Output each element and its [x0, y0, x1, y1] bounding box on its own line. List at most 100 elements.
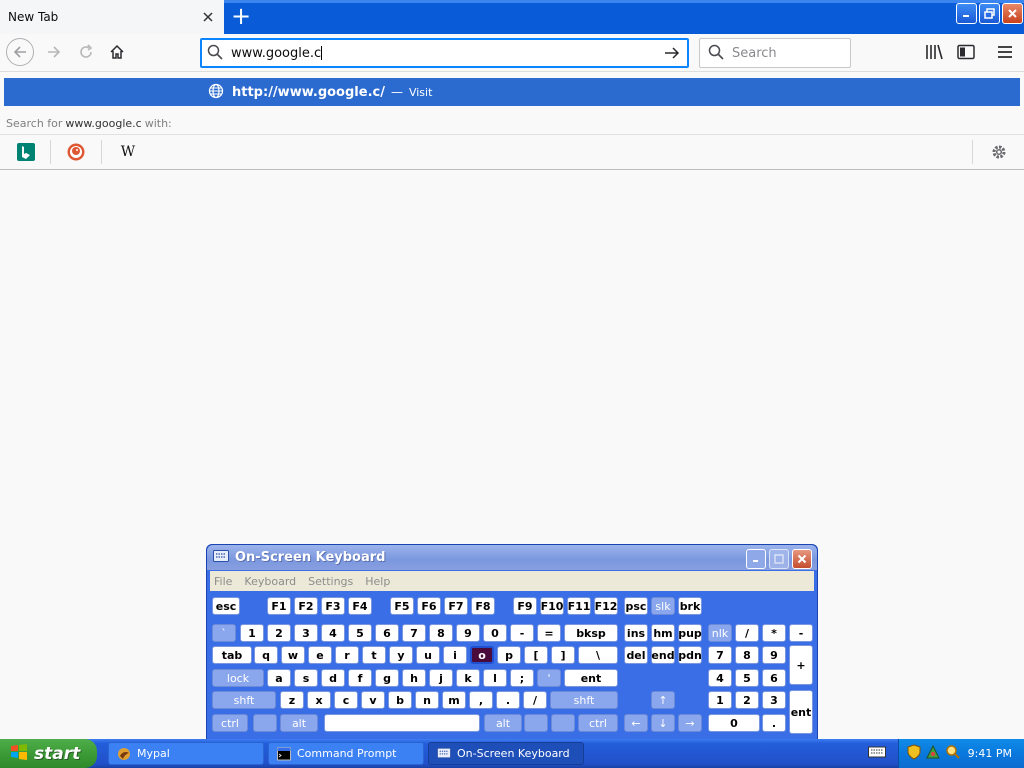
- osk-key-7[interactable]: 7: [402, 624, 426, 642]
- osk-key-psc[interactable]: psc: [624, 597, 648, 615]
- osk-key-8[interactable]: 8: [429, 624, 453, 642]
- osk-key-↑[interactable]: ↑: [651, 691, 675, 709]
- osk-key-brk[interactable]: brk: [678, 597, 702, 615]
- hamburger-menu-icon[interactable]: [993, 40, 1017, 64]
- osk-titlebar[interactable]: On-Screen Keyboard: [207, 545, 817, 570]
- osk-key-numpad-plus[interactable]: +: [789, 645, 813, 685]
- osk-key-3[interactable]: 3: [762, 691, 786, 709]
- osk-key-F2[interactable]: F2: [294, 597, 318, 615]
- security-shield-icon[interactable]: [907, 744, 921, 763]
- osk-key-h[interactable]: h: [402, 669, 426, 687]
- osk-key-.[interactable]: .: [762, 714, 786, 732]
- home-button[interactable]: [103, 38, 131, 66]
- osk-key-1[interactable]: 1: [708, 691, 732, 709]
- osk-key-o[interactable]: o: [470, 646, 494, 664]
- osk-key-y[interactable]: y: [389, 646, 413, 664]
- osk-key-shft[interactable]: shft: [550, 691, 618, 709]
- osk-key-;[interactable]: ;: [510, 669, 534, 687]
- osk-key-pup[interactable]: pup: [678, 624, 702, 642]
- osk-key-bksp[interactable]: bksp: [564, 624, 618, 642]
- osk-key-F10[interactable]: F10: [540, 597, 564, 615]
- osk-menu-file[interactable]: File: [214, 575, 232, 588]
- wikipedia-icon[interactable]: W: [117, 141, 139, 163]
- url-input[interactable]: www.google.c: [231, 46, 662, 61]
- osk-key-F4[interactable]: F4: [348, 597, 372, 615]
- osk-key-`[interactable]: `: [212, 624, 236, 642]
- osk-key-w[interactable]: w: [281, 646, 305, 664]
- osk-key-k[interactable]: k: [456, 669, 480, 687]
- osk-key-F3[interactable]: F3: [321, 597, 345, 615]
- bing-icon[interactable]: [15, 141, 37, 163]
- osk-key-end[interactable]: end: [651, 646, 675, 664]
- osk-key-→[interactable]: →: [678, 714, 702, 732]
- osk-key-/[interactable]: /: [735, 624, 759, 642]
- osk-key-3[interactable]: 3: [294, 624, 318, 642]
- url-suggestion-row[interactable]: http://www.google.c/ — Visit: [4, 78, 1020, 106]
- osk-key-ctrl[interactable]: ctrl: [212, 714, 248, 732]
- osk-menu-settings[interactable]: Settings: [308, 575, 353, 588]
- osk-key-j[interactable]: j: [429, 669, 453, 687]
- osk-key-z[interactable]: z: [280, 691, 304, 709]
- reload-button[interactable]: [72, 38, 100, 66]
- osk-key-n[interactable]: n: [415, 691, 439, 709]
- osk-key[interactable]: [324, 714, 480, 732]
- window-close-button[interactable]: [1002, 3, 1023, 24]
- start-button[interactable]: start: [0, 739, 97, 768]
- osk-key-][interactable]: ]: [551, 646, 575, 664]
- osk-key-f[interactable]: f: [348, 669, 372, 687]
- osk-key-m[interactable]: m: [442, 691, 466, 709]
- window-minimize-button[interactable]: [956, 3, 977, 24]
- osk-key-5[interactable]: 5: [735, 669, 759, 687]
- osk-key-e[interactable]: e: [308, 646, 332, 664]
- osk-menu-help[interactable]: Help: [365, 575, 390, 588]
- osk-key-0[interactable]: 0: [483, 624, 507, 642]
- osk-key--[interactable]: -: [510, 624, 534, 642]
- osk-key-del[interactable]: del: [624, 646, 648, 664]
- back-button[interactable]: [6, 38, 34, 66]
- osk-key-=[interactable]: =: [537, 624, 561, 642]
- osk-key-s[interactable]: s: [294, 669, 318, 687]
- osk-key-d[interactable]: d: [321, 669, 345, 687]
- osk-key-0[interactable]: 0: [708, 714, 760, 732]
- osk-key-.[interactable]: .: [496, 691, 520, 709]
- osk-key-q[interactable]: q: [254, 646, 278, 664]
- osk-key-x[interactable]: x: [307, 691, 331, 709]
- osk-key-/[interactable]: /: [523, 691, 547, 709]
- osk-key-4[interactable]: 4: [708, 669, 732, 687]
- sidebar-icon[interactable]: [954, 40, 978, 64]
- osk-key-*[interactable]: *: [762, 624, 786, 642]
- osk-key-u[interactable]: u: [416, 646, 440, 664]
- gear-icon[interactable]: [988, 141, 1010, 163]
- osk-key-alt[interactable]: alt: [484, 714, 522, 732]
- osk-key-[[interactable]: [: [524, 646, 548, 664]
- osk-key-7[interactable]: 7: [708, 646, 732, 664]
- osk-key-9[interactable]: 9: [456, 624, 480, 642]
- osk-key-F5[interactable]: F5: [390, 597, 414, 615]
- search-bar[interactable]: Search: [699, 38, 851, 68]
- osk-key-ctrl[interactable]: ctrl: [578, 714, 618, 732]
- library-icon[interactable]: [922, 40, 946, 64]
- osk-close-button[interactable]: [792, 549, 812, 569]
- osk-key-ent[interactable]: ent: [564, 669, 618, 687]
- osk-key[interactable]: [551, 714, 575, 732]
- osk-key-lock[interactable]: lock: [212, 669, 264, 687]
- osk-key-1[interactable]: 1: [240, 624, 264, 642]
- osk-key[interactable]: [524, 714, 548, 732]
- osk-key-2[interactable]: 2: [267, 624, 291, 642]
- osk-key-8[interactable]: 8: [735, 646, 759, 664]
- osk-key-nlk[interactable]: nlk: [708, 624, 732, 642]
- osk-menu-keyboard[interactable]: Keyboard: [244, 575, 296, 588]
- osk-key-a[interactable]: a: [267, 669, 291, 687]
- osk-key-g[interactable]: g: [375, 669, 399, 687]
- osk-key-6[interactable]: 6: [762, 669, 786, 687]
- osk-key-←[interactable]: ←: [624, 714, 648, 732]
- window-restore-button[interactable]: [979, 3, 1000, 24]
- osk-key-F12[interactable]: F12: [594, 597, 618, 615]
- osk-key-esc[interactable]: esc: [212, 597, 240, 615]
- osk-key-9[interactable]: 9: [762, 646, 786, 664]
- osk-key--[interactable]: -: [789, 624, 813, 642]
- duckduckgo-icon[interactable]: [65, 141, 87, 163]
- osk-key-F6[interactable]: F6: [417, 597, 441, 615]
- osk-key-\[interactable]: \: [578, 646, 618, 664]
- osk-key-p[interactable]: p: [497, 646, 521, 664]
